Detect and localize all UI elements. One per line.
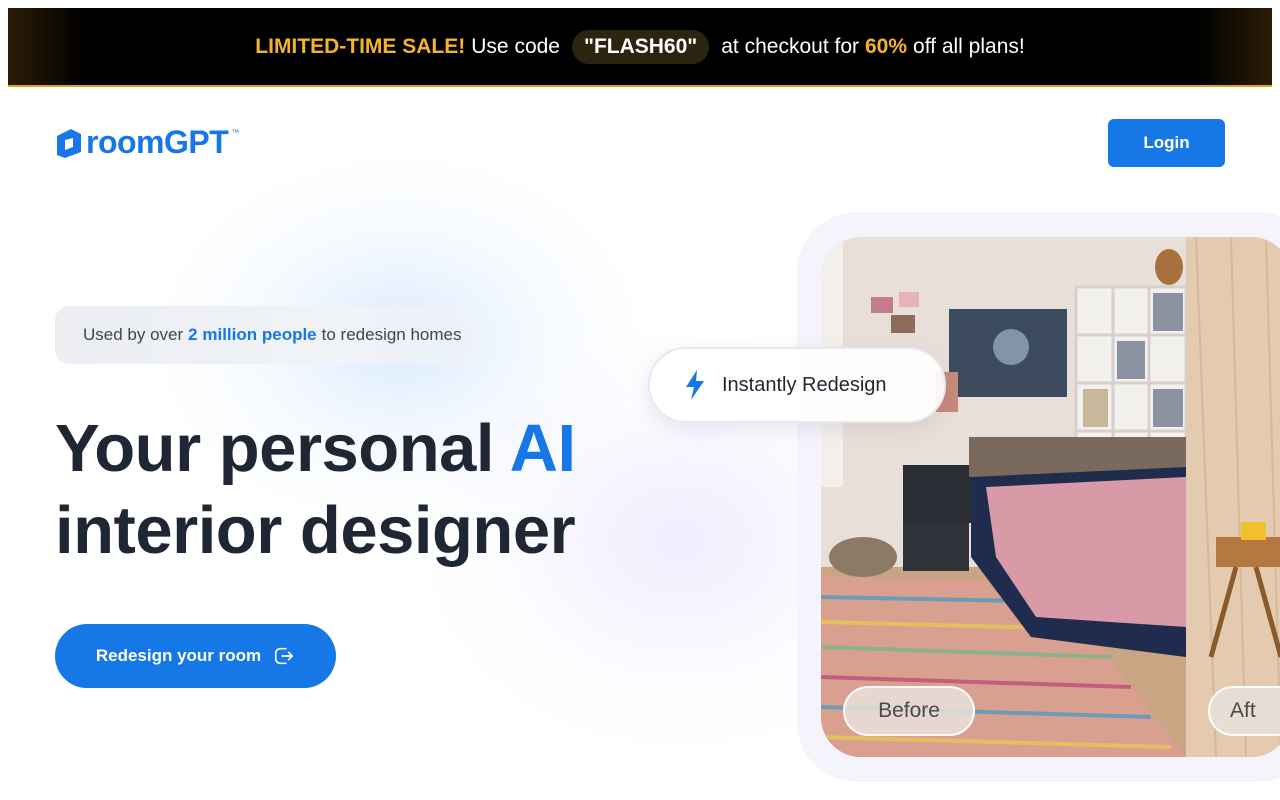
after-label: Aft	[1208, 686, 1280, 736]
headline-part2: interior designer	[55, 493, 576, 568]
logo-text: roomGPT	[86, 124, 229, 160]
promo-code-badge: "FLASH60"	[571, 29, 710, 64]
redesign-room-label: Redesign your room	[95, 646, 262, 665]
hero-headline: Your personal AI interior designer	[55, 408, 675, 572]
headline-part1: Your personal	[55, 411, 495, 486]
before-room-photo	[821, 237, 1186, 757]
headline-ai: AI	[509, 411, 577, 486]
users-count-pill: Used by over 2 million people to redesig…	[55, 306, 475, 364]
lightning-bolt-icon	[686, 370, 704, 400]
promo-sale-text: LIMITED-TIME SALE!	[255, 34, 466, 58]
bedroom-illustration	[821, 237, 1186, 757]
promo-tail-text: off all plans!	[913, 34, 1025, 58]
logo-trademark: ™	[231, 128, 240, 137]
arrow-exit-icon	[275, 647, 294, 665]
users-prefix-text: Used by over	[83, 325, 184, 344]
users-highlight-text: 2 million people	[188, 325, 317, 344]
after-room-photo	[1186, 237, 1280, 757]
promo-banner: LIMITED-TIME SALE! Use code "FLASH60" at…	[8, 8, 1272, 87]
instantly-redesign-label: Instantly Redesign	[722, 373, 887, 396]
instantly-redesign-badge: Instantly Redesign	[648, 347, 946, 423]
before-after-showcase: Before Aft	[821, 237, 1280, 757]
before-label: Before	[843, 686, 975, 736]
wood-room-illustration	[1186, 237, 1280, 757]
promo-use-code-text: Use code	[471, 34, 560, 58]
users-suffix-text: to redesign homes	[321, 325, 462, 344]
login-button[interactable]: Login	[1108, 119, 1225, 167]
promo-checkout-text: at checkout for	[721, 34, 859, 58]
promo-discount: 60%	[865, 34, 908, 58]
house-logo-icon	[57, 128, 81, 158]
redesign-room-button[interactable]: Redesign your room	[55, 624, 336, 688]
brand-logo[interactable]: roomGPT ™	[55, 124, 239, 161]
